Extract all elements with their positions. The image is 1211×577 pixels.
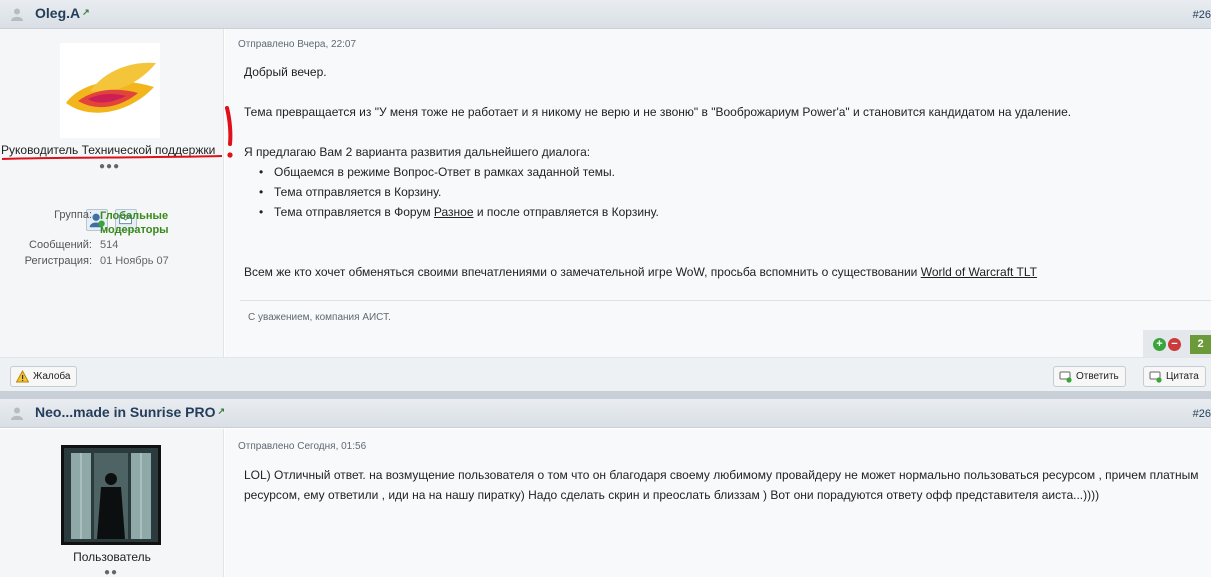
user-silhouette-icon bbox=[11, 8, 23, 21]
posts-count-value: 514 bbox=[100, 239, 119, 251]
signature-divider bbox=[240, 300, 1211, 301]
rank-pips: ●● bbox=[104, 567, 119, 577]
post-body: Добрый вечер. Тема превращается из "У ме… bbox=[244, 62, 1204, 282]
post-header: Oleg.A ↗ #26 bbox=[0, 0, 1211, 29]
quote-button[interactable]: Цитата bbox=[1143, 366, 1206, 387]
group-value: Глобальные модераторы bbox=[100, 210, 169, 236]
post-body: LOL) Отличный ответ. на возмущение польз… bbox=[244, 468, 1199, 502]
options-list: Общаемся в режиме Вопрос-Ответ в рамках … bbox=[256, 162, 1204, 222]
member-rank: Пользователь bbox=[73, 550, 151, 564]
avatar[interactable] bbox=[60, 43, 160, 138]
author-name-link[interactable]: Neo...made in Sunrise PRO ↗ bbox=[35, 404, 225, 420]
reply-button[interactable]: Ответить bbox=[1053, 366, 1126, 387]
wow-tlt-link[interactable]: World of Warcraft TLT bbox=[921, 265, 1037, 279]
group-label: Группа: bbox=[54, 209, 92, 221]
author-sidebar: Пользователь ●● bbox=[0, 429, 224, 577]
reputation-count: 2 bbox=[1190, 335, 1211, 354]
post-footer: Жалоба Ответить Цитата bbox=[0, 357, 1211, 391]
list-item: Тема отправляется в Корзину. bbox=[256, 182, 1204, 202]
posted-date: Отправлено Сегодня, 01:56 bbox=[238, 441, 367, 452]
report-button[interactable]: Жалоба bbox=[10, 366, 78, 387]
author-name-link[interactable]: Oleg.A ↗ bbox=[35, 5, 90, 21]
registration-value: 01 Ноябрь 07 bbox=[100, 255, 169, 267]
rep-plus-icon[interactable]: + bbox=[1153, 338, 1166, 351]
posts-count-label: Сообщений: bbox=[29, 239, 92, 251]
rank-pips: ●●● bbox=[99, 161, 121, 172]
reputation-box: + − 2 bbox=[1143, 330, 1211, 357]
body-paragraph: Я предлагаю Вам 2 варианта развития даль… bbox=[244, 145, 591, 159]
greeting-text: Добрый вечер. bbox=[244, 65, 327, 79]
post-separator bbox=[0, 391, 1211, 399]
post-header: Neo...made in Sunrise PRO ↗ #26 bbox=[0, 399, 1211, 428]
post-number-link[interactable]: #26 bbox=[1193, 9, 1211, 21]
quote-icon bbox=[1149, 371, 1162, 383]
author-sidebar: Руководитель Технической поддержки ●●● Г… bbox=[0, 29, 224, 357]
external-link-icon: ↗ bbox=[82, 7, 90, 17]
registration-label: Регистрация: bbox=[24, 255, 92, 267]
user-silhouette-icon bbox=[11, 407, 23, 420]
warning-icon bbox=[16, 370, 29, 383]
rep-minus-icon[interactable]: − bbox=[1168, 338, 1181, 351]
post-number-link[interactable]: #26 bbox=[1193, 408, 1211, 420]
avatar[interactable] bbox=[61, 445, 161, 545]
signature: С уважением, компания АИСТ. bbox=[248, 312, 391, 323]
exclamation-annotation bbox=[225, 106, 233, 158]
posted-date: Отправлено Вчера, 22:07 bbox=[238, 39, 357, 50]
body-paragraph: Тема превращается из "У меня тоже не раб… bbox=[244, 105, 1072, 119]
list-item: Общаемся в режиме Вопрос-Ответ в рамках … bbox=[256, 162, 1204, 182]
forum-link-raznoe[interactable]: Разное bbox=[434, 205, 474, 219]
list-item: Тема отправляется в Форум Разное и после… bbox=[256, 202, 1204, 222]
body-paragraph: Всем же кто хочет обменяться своими впеч… bbox=[244, 265, 1037, 279]
reply-icon bbox=[1059, 371, 1072, 383]
external-link-icon: ↗ bbox=[217, 406, 226, 416]
